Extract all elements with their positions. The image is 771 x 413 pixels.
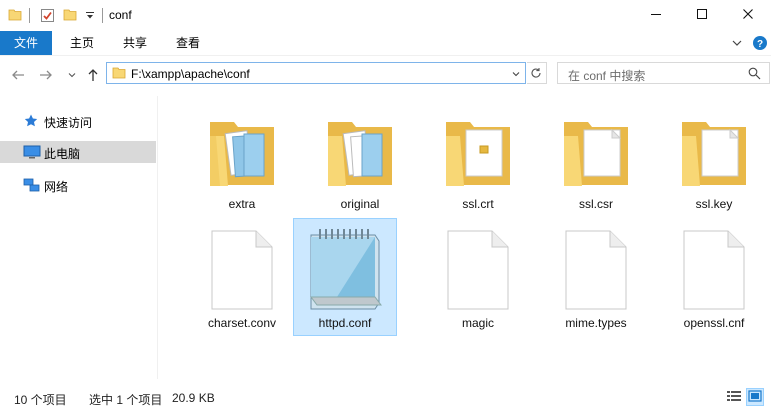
new-folder-icon[interactable] [63,8,77,25]
details-view-button[interactable] [725,388,743,406]
tab-file[interactable]: 文件 [0,31,52,55]
file-item-magic[interactable]: magic [426,219,530,337]
address-bar[interactable]: F:\xampp\apache\conf [106,62,526,84]
selection-size: 20.9 KB [172,391,215,405]
svg-text:?: ? [757,39,763,50]
back-arrow-icon [11,68,25,85]
address-dropdown-icon[interactable] [511,68,521,82]
file-name: openssl.cnf [683,316,745,330]
selection-count: 选中 1 个项目 [89,393,163,407]
document-icon [565,230,627,310]
chevron-down-icon [67,69,77,83]
file-item-ssl-crt[interactable]: ssl.crt [426,100,530,218]
folder-icon [564,122,628,186]
folder-icon [112,66,126,83]
refresh-icon [530,67,542,82]
sidebar-item-this-pc[interactable]: 此电脑 [0,141,156,163]
close-button[interactable] [725,0,771,30]
folder-icon [682,122,746,186]
large-icons-view-button[interactable] [746,388,764,406]
item-count: 10 个项目 [14,393,67,407]
computer-icon [23,144,41,163]
file-name: httpd.conf [318,316,372,330]
file-item-original[interactable]: original [308,100,412,218]
document-icon [211,230,273,310]
navigation-pane: 快速访问 此电脑 网络 [0,100,157,380]
up-button[interactable] [84,67,102,85]
sidebar-item-network[interactable]: 网络 [0,174,156,196]
tab-share[interactable]: 共享 [113,31,157,55]
file-item-extra[interactable]: extra [190,100,294,218]
file-name: mime.types [565,316,627,330]
minimize-button[interactable] [633,0,679,30]
status-bar: 10 个项目 选中 1 个项目 20.9 KB [0,385,771,413]
sidebar-item-label: 网络 [44,180,69,194]
file-item-charset-conv[interactable]: charset.conv [190,219,294,337]
folder-icon [446,122,510,186]
file-item-mime-types[interactable]: mime.types [544,219,648,337]
file-name: ssl.key [695,197,733,211]
close-icon [742,8,754,23]
tab-home[interactable]: 主页 [60,31,104,55]
separator [29,8,30,23]
sidebar-item-label: 此电脑 [44,147,81,161]
file-name: ssl.crt [462,197,494,211]
folder-icon [328,122,392,186]
refresh-button[interactable] [527,62,547,84]
window-title: conf [109,8,132,22]
folder-icon [210,122,274,186]
tab-view[interactable]: 查看 [166,31,210,55]
separator [102,8,103,23]
folder-icon[interactable] [8,8,22,25]
search-placeholder: 在 conf 中搜索 [568,69,646,83]
maximize-icon [696,8,708,23]
maximize-button[interactable] [679,0,725,30]
file-name: ssl.csr [579,197,613,211]
up-arrow-icon [86,68,100,85]
customize-quick-access-dropdown-icon[interactable] [85,10,95,24]
help-icon[interactable]: ? [752,35,768,54]
forward-button[interactable] [37,67,55,85]
star-icon [23,113,39,132]
back-button[interactable] [9,67,27,85]
file-item-openssl-cnf[interactable]: openssl.cnf [662,219,766,337]
document-icon [447,230,509,310]
file-name: magic [461,316,494,330]
expand-ribbon-icon[interactable] [731,37,743,52]
search-icon[interactable] [748,67,761,83]
properties-icon[interactable] [40,8,55,26]
sidebar-item-quick-access[interactable]: 快速访问 [0,110,156,132]
minimize-icon [650,8,662,23]
file-name: original [340,197,380,211]
forward-arrow-icon [39,68,53,85]
ribbon: 文件 主页 共享 查看 ? [0,31,771,56]
search-box[interactable]: 在 conf 中搜索 [557,62,770,84]
details-view-icon [726,389,742,406]
file-item-ssl-key[interactable]: ssl.key [662,100,766,218]
large-icons-view-icon [748,389,762,405]
file-name: charset.conv [207,316,277,330]
notepad-icon [310,229,382,310]
address-path[interactable]: F:\xampp\apache\conf [131,67,250,81]
file-item-httpd-conf[interactable]: httpd.conf [293,218,397,336]
file-item-ssl-csr[interactable]: ssl.csr [544,100,648,218]
file-list: extra original ssl.crt ssl.csr ssl.key c… [160,96,771,379]
title-bar: conf [0,0,771,31]
document-icon [683,230,745,310]
recent-locations-button[interactable] [63,67,81,85]
pane-divider[interactable] [157,96,158,379]
file-name: extra [228,197,256,211]
sidebar-item-label: 快速访问 [44,116,93,130]
network-icon [23,177,41,196]
